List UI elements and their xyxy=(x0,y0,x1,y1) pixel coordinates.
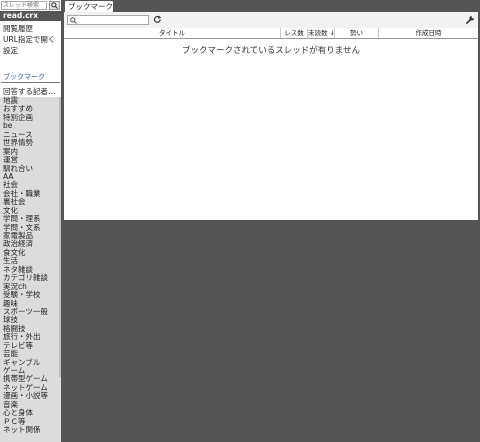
column-created[interactable]: 作成日時 xyxy=(379,28,478,38)
divider xyxy=(1,82,60,83)
column-res-count[interactable]: レス数 xyxy=(281,28,308,38)
column-momentum[interactable]: 勢い xyxy=(335,28,379,38)
sidebar: read.crx 閲覧履歴 URL指定で開く 設定 ブックマーク 回答する記者…… xyxy=(0,0,61,442)
search-icon xyxy=(70,17,77,24)
bookmark-item[interactable]: 回答する記者… xyxy=(3,87,59,96)
app-brand[interactable]: read.crx xyxy=(0,11,61,21)
main-panel: タイトル レス数 未読数 ↓ 勢い 作成日時 ブックマークされているスレッドが有… xyxy=(64,12,478,220)
thread-filter-input[interactable] xyxy=(79,16,147,24)
menu-open-url[interactable]: URL指定で開く xyxy=(3,35,55,44)
bookmark-heading[interactable]: ブックマーク xyxy=(3,72,45,82)
table-header: タイトル レス数 未読数 ↓ 勢い 作成日時 xyxy=(64,28,478,39)
empty-message: ブックマークされているスレッドが有りません xyxy=(182,46,360,56)
toolbar xyxy=(64,12,478,29)
column-title[interactable]: タイトル xyxy=(64,28,281,38)
search-icon xyxy=(51,2,58,9)
column-unread[interactable]: 未読数 ↓ xyxy=(308,28,335,38)
reload-icon[interactable] xyxy=(153,15,162,24)
menu-settings[interactable]: 設定 xyxy=(3,46,18,55)
board-list: 地震 おすすめ 特別企画 be ニュース 世界情勢 案内 運営 馴れ合い AA 社会 会社・職業 裏社会… xyxy=(0,96,61,442)
tab-bookmark[interactable]: ブックマーク xyxy=(65,1,113,12)
wrench-icon[interactable] xyxy=(466,15,475,24)
sidebar-search-button[interactable] xyxy=(49,1,60,10)
board-item[interactable]: ネット関係 xyxy=(0,425,61,434)
menu-history[interactable]: 閲覧履歴 xyxy=(3,24,33,33)
sidebar-scrollbar[interactable] xyxy=(59,97,61,377)
sidebar-search-input[interactable] xyxy=(1,1,47,10)
sidebar-search xyxy=(0,0,61,11)
thread-filter xyxy=(67,15,149,25)
